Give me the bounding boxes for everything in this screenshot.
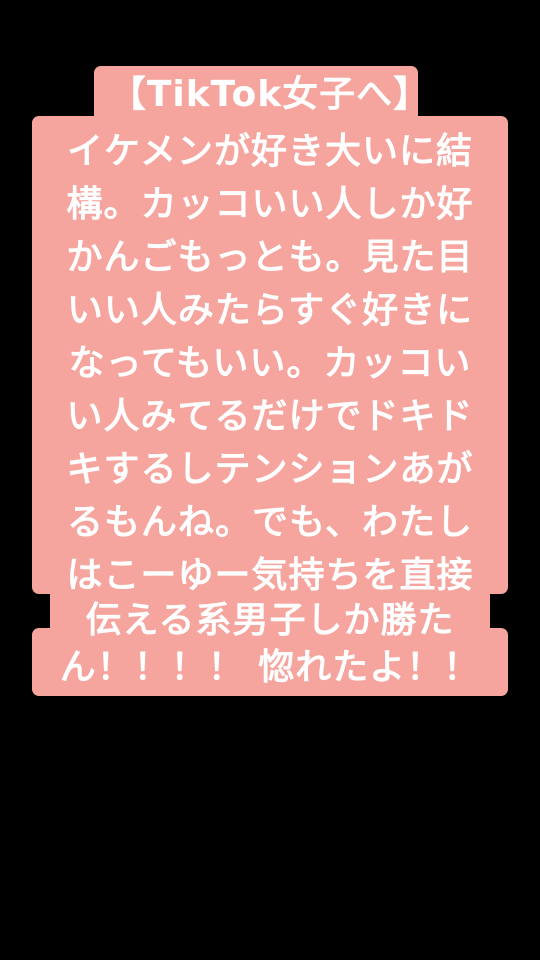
caption-line-1: イケメンが好き大いに結 xyxy=(67,131,473,172)
caption-line-11: ん！！！！ 惚れたよ！！ xyxy=(59,647,481,688)
caption-line-10: 伝える系男子しか勝た xyxy=(85,600,455,641)
caption-line-2: 構。カッコいい人しか好 xyxy=(66,184,474,225)
caption-title: 【TikTok女子へ】 xyxy=(109,74,431,115)
caption-line-5: なってもいい。カッコい xyxy=(68,343,472,384)
caption-line-7: キするしテンションあが xyxy=(66,449,474,490)
caption-line-6: い人みてるだけでドキド xyxy=(66,396,474,437)
caption-line-3: かんごもっとも。見た目 xyxy=(66,237,474,278)
caption-line-9: はこーゆー気持ちを直接 xyxy=(66,555,474,596)
video-frame: 【TikTok女子へ】 イケメンが好き大いに結 構。カッコいい人しか好 かんごも… xyxy=(0,0,540,960)
caption-line-4: いい人みたらすぐ好きに xyxy=(66,290,474,331)
caption-line-8: るもんね。でも、わたし xyxy=(67,502,473,543)
